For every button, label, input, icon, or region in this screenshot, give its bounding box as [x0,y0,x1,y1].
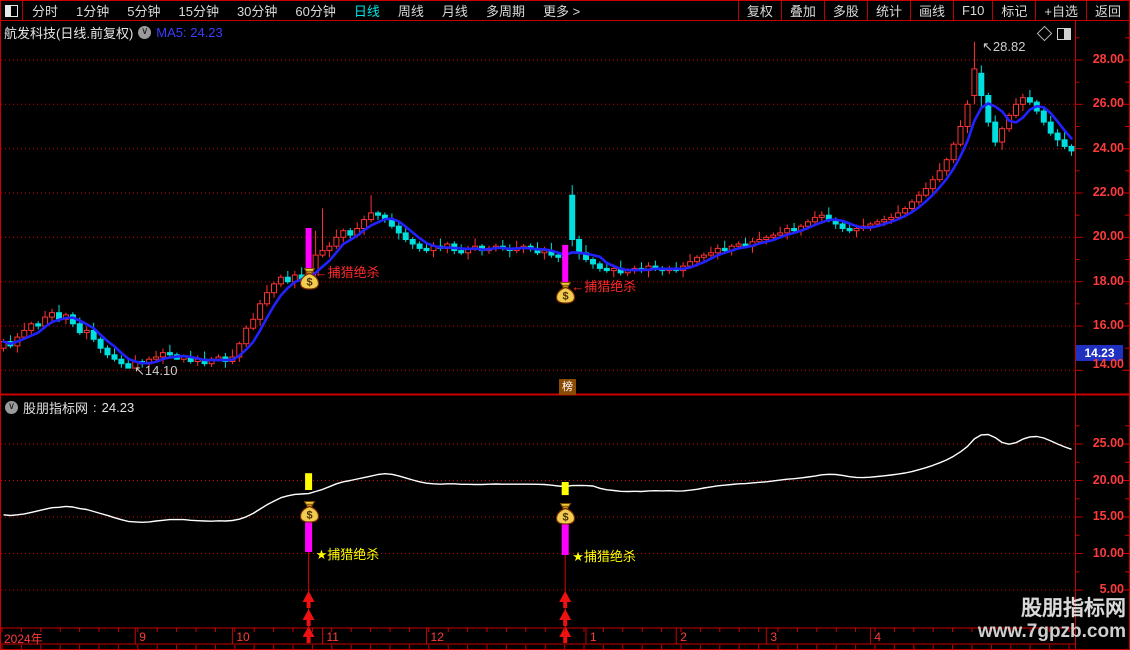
toolbar-tab-9[interactable]: 多周期 [477,1,534,20]
toolbar-tab-1[interactable]: 1分钟 [67,1,118,20]
toolbar-button-1[interactable]: 叠加 [781,1,824,20]
time-axis-label: 3 [770,630,777,644]
indicator-value-label: 24.23 [102,400,135,415]
money-bag-icon: $ [299,500,320,523]
signal-bar-magenta [305,522,312,552]
chevron-down-icon[interactable]: ∨ [5,401,18,414]
price-axis-label: 18.00 [1078,274,1124,288]
toolbar-button-2[interactable]: 多股 [824,1,867,20]
toolbar-button-8[interactable]: 返回 [1086,1,1129,20]
star-icon: ★ [572,549,584,564]
money-bag-icon: $ [555,281,576,304]
top-toolbar: 分时1分钟5分钟15分钟30分钟60分钟日线周线月线多周期更多 > 复权叠加多股… [1,1,1129,20]
toolbar-button-3[interactable]: 统计 [867,1,910,20]
signal-bar-yellow [562,482,569,495]
price-axis-label: 28.00 [1078,52,1124,66]
watermark-site-url: www.7gpzb.com [978,621,1126,643]
up-arrow-icon [559,591,571,608]
price-axis-label: 16.00 [1078,318,1124,332]
chart-title: 航发科技(日线.前复权) [4,23,133,42]
high-annotation: ↖28.82 [982,39,1025,55]
signal-bar-main [306,228,312,271]
price-axis-label: 24.00 [1078,141,1124,155]
time-axis-label: 2 [680,630,687,644]
signal-bar-magenta [562,524,569,555]
toolbar-tab-0[interactable]: 分时 [23,1,67,20]
split-screen-icon[interactable] [1057,28,1071,40]
toolbar-tab-5[interactable]: 60分钟 [286,1,344,20]
toolbar-tab-7[interactable]: 周线 [389,1,433,20]
up-arrow-icon [559,609,571,626]
star-icon: ★ [316,547,328,562]
ma5-value-label: MA5: 24.23 [156,25,223,40]
toolbar-button-7[interactable]: +自选 [1035,1,1086,20]
price-axis-label: 22.00 [1078,185,1124,199]
toolbar-button-0[interactable]: 复权 [738,1,781,20]
time-axis-label: 1 [590,630,597,644]
time-axis-year-label: 2024年 [4,630,43,647]
toolbar-button-6[interactable]: 标记 [992,1,1035,20]
indicator-axis-label: 15.00 [1078,509,1124,523]
signal-label-main-1: ←捕猎绝杀 [571,276,636,295]
toolbar-tab-8[interactable]: 月线 [433,1,477,20]
up-arrow-icon [559,626,571,643]
signal-label-lower-1: ★捕猎绝杀 [572,546,636,565]
toolbar-tab-10[interactable]: 更多 > [534,1,589,20]
indicator-name-label: 股朋指标网 [23,398,88,417]
time-axis-label: 12 [431,630,444,644]
price-axis-label: 20.00 [1078,229,1124,243]
svg-text:$: $ [563,512,569,524]
time-axis-label: 9 [139,630,146,644]
window-layout-button[interactable] [1,1,23,20]
candlestick-series [1,42,1074,368]
toolbar-button-4[interactable]: 画线 [910,1,953,20]
indicator-axis-label: 10.00 [1078,546,1124,560]
indicator-axis-label: 20.00 [1078,473,1124,487]
indicator-separator: : [93,400,97,415]
signal-label-main-0: ←捕猎绝杀 [315,262,380,281]
toolbar-tab-3[interactable]: 15分钟 [169,1,227,20]
ma5-line [4,103,1072,363]
signal-label-lower-0: ★捕猎绝杀 [316,544,380,563]
rank-tag: 榜 [559,379,576,395]
toolbar-tab-6[interactable]: 日线 [345,1,389,20]
up-arrow-icon [303,591,315,608]
toolbar-tab-4[interactable]: 30分钟 [228,1,286,20]
chart-canvas[interactable] [0,0,1130,650]
indicator-axis-label: 25.00 [1078,436,1124,450]
time-axis-label: 4 [874,630,881,644]
toolbar-tab-2[interactable]: 5分钟 [118,1,169,20]
signal-bar-main [562,245,568,283]
time-axis-label: 10 [236,630,249,644]
indicator-axis-label: 5.00 [1078,582,1124,596]
svg-text:$: $ [306,277,312,289]
svg-text:$: $ [563,291,569,303]
chevron-down-icon[interactable]: ∨ [138,26,151,39]
watermark-site-name: 股朋指标网 [978,597,1126,621]
window-layout-icon [5,5,18,17]
up-arrow-icon [303,609,315,626]
svg-text:$: $ [306,510,312,522]
watermark: 股朋指标网 www.7gpzb.com [978,597,1126,643]
toolbar-right-buttons: 复权叠加多股统计画线F10标记+自选返回 [738,1,1129,20]
toolbar-button-5[interactable]: F10 [953,1,992,20]
price-axis-label: 14.00 [1078,357,1124,371]
time-axis-label: 11 [327,630,339,644]
signal-bar-yellow [305,473,312,490]
low-annotation: ↖14.10 [134,363,177,379]
period-tabs: 分时1分钟5分钟15分钟30分钟60分钟日线周线月线多周期更多 > [23,1,589,20]
money-bag-icon: $ [299,267,320,290]
indicator-line [4,435,1072,523]
money-bag-icon: $ [555,502,576,525]
price-axis-label: 26.00 [1078,96,1124,110]
